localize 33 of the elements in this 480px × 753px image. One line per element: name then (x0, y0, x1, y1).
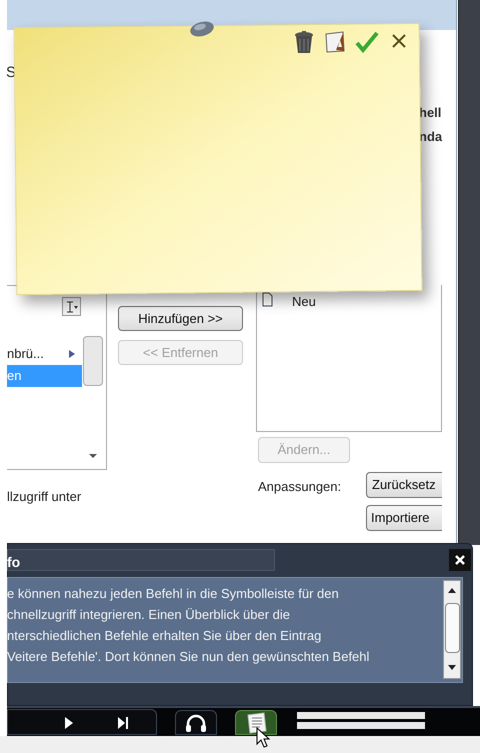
info-text-line: e können nahezu jeden Befehl in die Symbolleiste für den (7, 585, 339, 603)
option-label: hell (419, 104, 442, 122)
close-button[interactable] (449, 549, 471, 571)
text-format-button[interactable] (62, 297, 81, 316)
cursor-icon (64, 300, 78, 312)
scroll-down-icon[interactable] (448, 665, 456, 670)
option-label: nda (419, 128, 442, 146)
close-icon[interactable] (391, 34, 407, 48)
notes-button[interactable] (235, 710, 277, 735)
info-text-line: Veitere Befehle'. Dort können Sie nun den gewünschten Befehl (7, 648, 370, 666)
document-icon (262, 292, 273, 307)
note-icon[interactable] (323, 30, 347, 54)
skip-next-icon (117, 716, 129, 730)
trash-icon[interactable] (292, 30, 316, 54)
scroll-thumb[interactable] (445, 603, 460, 653)
scroll-down-icon[interactable] (88, 453, 98, 459)
info-text-line: nterschiedlichen Befehle erhalten Sie über den Eintrag (7, 627, 322, 645)
reset-button[interactable]: Zurücksetz (366, 472, 442, 498)
headphones-button[interactable] (175, 710, 217, 735)
scroll-up-icon[interactable] (448, 588, 456, 593)
headphones-icon (185, 714, 207, 732)
import-button[interactable]: Importiere (366, 505, 442, 531)
checkbox-label: llzugriff unter (7, 488, 82, 506)
mouse-cursor-icon (256, 727, 270, 749)
panel-title: fo (7, 553, 20, 572)
customizations-label: Anpassungen: (258, 478, 342, 496)
toolbar-item[interactable]: Neu (292, 292, 316, 312)
check-icon[interactable] (355, 31, 379, 53)
close-icon (454, 554, 466, 566)
scrollbar (83, 336, 103, 386)
play-icon (64, 716, 74, 730)
info-text-line: chnellzugriff integrieren. Einen Überblick über die (7, 606, 290, 624)
add-button[interactable]: Hinzufügen >> (118, 306, 243, 331)
